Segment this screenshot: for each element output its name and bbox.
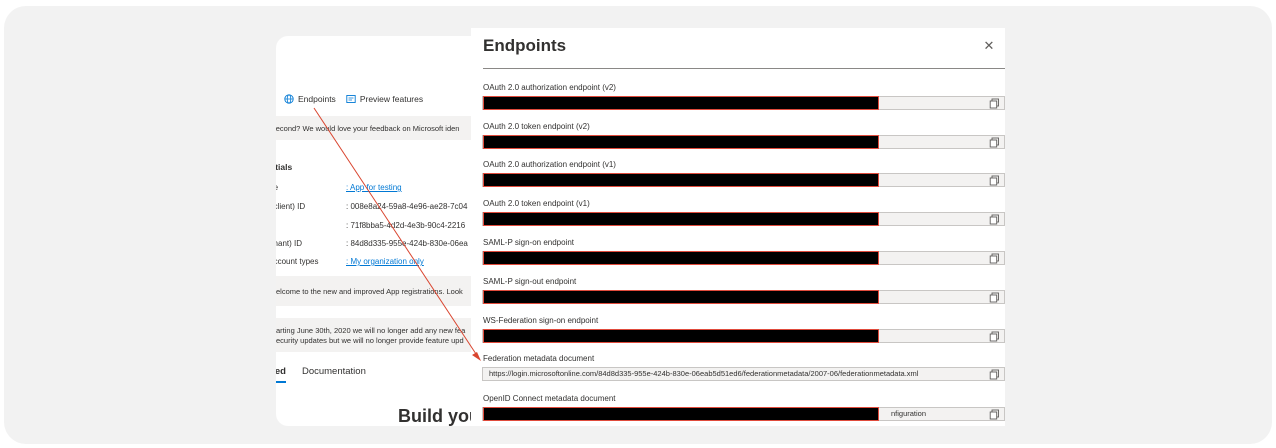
copy-icon[interactable] (989, 292, 1000, 303)
tab-documentation[interactable]: Documentation (302, 366, 366, 383)
endpoints-button-label: Endpoints (298, 94, 336, 104)
endpoint-label: OAuth 2.0 authorization endpoint (v2) (483, 83, 616, 92)
deprecation-text-line1: arting June 30th, 2020 we will no longer… (276, 326, 466, 335)
essentials-row: name : App for testing (276, 183, 402, 192)
endpoint-label: OAuth 2.0 token endpoint (v1) (483, 199, 590, 208)
endpoint-label: SAML-P sign-out endpoint (483, 277, 577, 286)
app-registration-page: Endpoints Preview features second? We wo… (276, 36, 474, 426)
build-heading: Build you (398, 406, 474, 426)
object-id-value: : 71f8bba5-4d2d-4e3b-90c4-2216 (346, 221, 466, 230)
essentials-key: ed account types (276, 257, 319, 266)
endpoint-field[interactable] (482, 212, 1005, 226)
essentials-row: D : 71f8bba5-4d2d-4e3b-90c4-2216 (276, 221, 465, 230)
account-types-link[interactable]: : My organization only (346, 257, 424, 266)
copy-icon[interactable] (989, 137, 1000, 148)
essentials-row: ed account types : My organization only (276, 257, 424, 266)
display-name-link[interactable]: : App for testing (346, 183, 402, 192)
page-tabs: rted Documentation (276, 366, 366, 383)
redaction-mask (483, 96, 879, 110)
command-bar: Endpoints Preview features (284, 94, 423, 104)
redaction-mask (483, 407, 879, 421)
endpoint-label: Federation metadata document (483, 354, 595, 363)
endpoint-label: WS-Federation sign-on endpoint (483, 316, 599, 325)
copy-icon[interactable] (989, 369, 1000, 380)
openid-metadata-field[interactable]: nfiguration (482, 407, 1005, 421)
copy-icon[interactable] (989, 214, 1000, 225)
deprecation-text-line2: ecurity updates but we will no longer pr… (276, 336, 464, 345)
tab-get-started[interactable]: rted (276, 366, 286, 383)
endpoint-field[interactable] (482, 96, 1005, 110)
essentials-row: y (tenant) ID : 84d8d335-955e-424b-830e-… (276, 239, 468, 248)
essentials-key: y (tenant) ID (276, 239, 303, 248)
close-icon[interactable]: ✕ (981, 38, 997, 54)
endpoint-field[interactable] (482, 251, 1005, 265)
redaction-mask (483, 135, 879, 149)
copy-icon[interactable] (989, 409, 1000, 420)
essentials-key: D (276, 221, 346, 230)
endpoint-field[interactable] (482, 329, 1005, 343)
openid-metadata-url-tail: nfiguration (891, 409, 927, 418)
info-banner: elcome to the new and improved App regis… (276, 276, 474, 306)
essentials-row: ion (client) ID : 008e8a24-59a8-4e96-ae2… (276, 202, 467, 211)
client-id-value: : 008e8a24-59a8-4e96-ae28-7c04 (346, 202, 468, 211)
redaction-mask (483, 329, 879, 343)
endpoint-field[interactable] (482, 135, 1005, 149)
info-banner-text: elcome to the new and improved App regis… (276, 287, 463, 296)
globe-icon (284, 94, 294, 104)
copy-icon[interactable] (989, 175, 1000, 186)
divider (483, 68, 1005, 69)
endpoint-label: SAML-P sign-on endpoint (483, 238, 575, 247)
endpoint-label: OAuth 2.0 token endpoint (v2) (483, 122, 590, 131)
essentials-title: ntials (276, 162, 293, 172)
redaction-mask (483, 173, 879, 187)
federation-metadata-url: https://login.microsoftonline.com/84d8d3… (489, 369, 919, 378)
copy-icon[interactable] (989, 253, 1000, 264)
panel-title: Endpoints (483, 36, 567, 55)
essentials-key: name (276, 183, 346, 192)
federation-metadata-field[interactable]: https://login.microsoftonline.com/84d8d3… (482, 367, 1005, 381)
deprecation-banner: arting June 30th, 2020 we will no longer… (276, 318, 474, 352)
copy-icon[interactable] (989, 98, 1000, 109)
endpoint-label: OpenID Connect metadata document (483, 394, 616, 403)
preview-features-button[interactable]: Preview features (346, 94, 423, 104)
essentials-key: ion (client) ID (276, 202, 306, 211)
redaction-mask (483, 212, 879, 226)
endpoint-field[interactable] (482, 173, 1005, 187)
tenant-id-value: : 84d8d335-955e-424b-830e-06ea (346, 239, 468, 248)
redaction-mask (483, 251, 879, 265)
endpoint-label: OAuth 2.0 authorization endpoint (v1) (483, 160, 616, 169)
endpoints-panel: Endpoints ✕ OAuth 2.0 authorization endp… (471, 28, 1005, 426)
feedback-text: second? We would love your feedback on M… (276, 124, 460, 133)
endpoints-button[interactable]: Endpoints (284, 94, 336, 104)
preview-features-label: Preview features (359, 94, 424, 104)
preview-icon (346, 94, 356, 104)
redaction-mask (483, 290, 879, 304)
endpoint-field[interactable] (482, 290, 1005, 304)
copy-icon[interactable] (989, 331, 1000, 342)
